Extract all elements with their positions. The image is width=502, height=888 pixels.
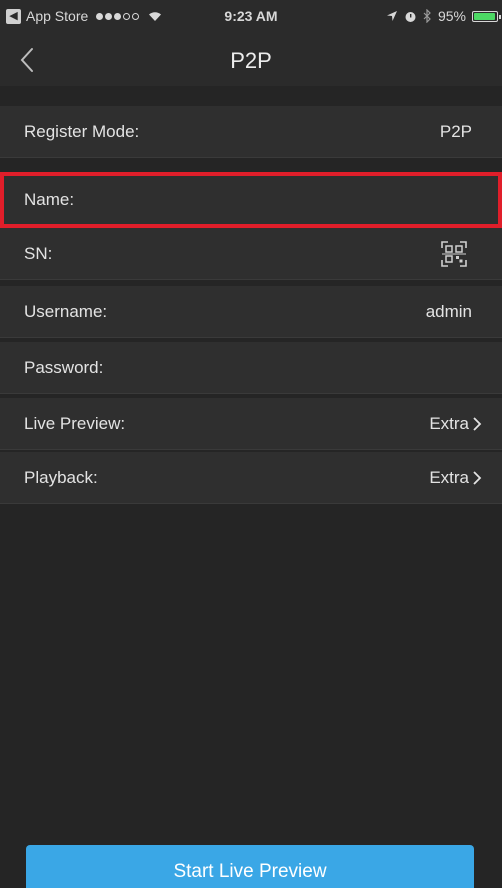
playback-value-group: Extra [429, 468, 482, 488]
username-value: admin [425, 302, 472, 321]
name-field[interactable]: Name: [0, 172, 502, 228]
nav-bar: P2P [0, 34, 502, 86]
live-preview-value: Extra [429, 414, 469, 433]
page-title: P2P [230, 48, 272, 73]
battery-percent: 95% [437, 8, 466, 24]
status-bar: ◀ App Store 9:23 AM 95% [0, 0, 502, 34]
password-label: Password: [24, 358, 104, 377]
bluetooth-icon [423, 9, 431, 23]
chevron-right-icon [473, 417, 482, 431]
sn-field[interactable]: SN: [0, 228, 502, 280]
register-mode-value: P2P [439, 122, 472, 141]
row-register-mode[interactable]: Register Mode: P2P [0, 106, 502, 158]
battery-icon [472, 10, 501, 22]
alarm-icon [405, 11, 416, 22]
start-live-preview-button[interactable]: Start Live Preview [26, 845, 474, 888]
battery-fill [474, 12, 495, 20]
location-icon [386, 11, 397, 21]
qr-scan-icon[interactable] [440, 240, 468, 268]
chevron-right-icon [473, 471, 482, 485]
status-right: 95% [386, 8, 501, 24]
register-mode-label: Register Mode: [24, 122, 140, 141]
playback-label: Playback: [24, 468, 98, 487]
sn-label: SN: [24, 244, 53, 263]
password-field[interactable]: Password: [0, 342, 502, 394]
live-preview-value-group: Extra [429, 414, 482, 434]
playback-row[interactable]: Playback: Extra [0, 452, 502, 504]
live-preview-label: Live Preview: [24, 414, 126, 433]
live-preview-row[interactable]: Live Preview: Extra [0, 398, 502, 450]
username-field[interactable]: Username: admin [0, 286, 502, 338]
playback-value: Extra [429, 468, 469, 487]
name-label: Name: [24, 190, 75, 209]
username-label: Username: [24, 302, 108, 321]
